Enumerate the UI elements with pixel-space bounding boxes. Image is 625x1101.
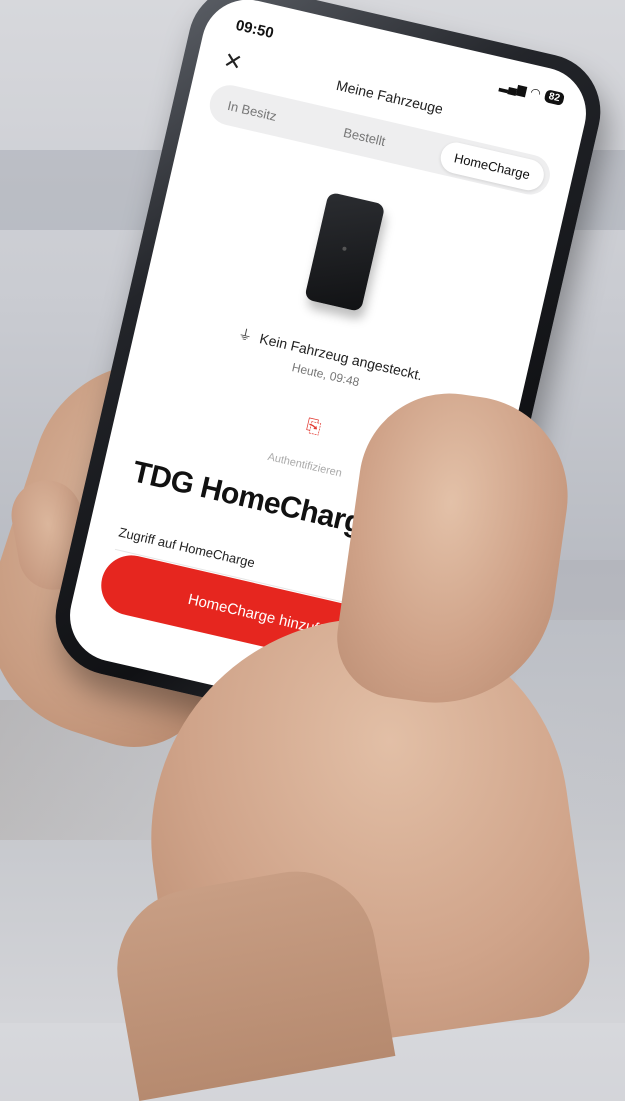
charger-led	[342, 246, 347, 252]
signal-icon: ▂▄▆	[498, 77, 528, 98]
tab-homecharge[interactable]: HomeCharge	[437, 138, 548, 193]
status-time: 09:50	[234, 16, 276, 43]
tab-bestellt[interactable]: Bestellt	[330, 122, 398, 152]
unplugged-icon: ⏚	[236, 325, 254, 345]
wifi-icon: ◠	[529, 84, 542, 101]
wrist	[104, 858, 396, 1101]
status-icons: ▂▄▆ ◠ 82	[498, 77, 566, 106]
charger-image	[304, 191, 386, 312]
battery-icon: 82	[543, 88, 566, 106]
tab-in-besitz[interactable]: In Besitz	[214, 95, 289, 126]
